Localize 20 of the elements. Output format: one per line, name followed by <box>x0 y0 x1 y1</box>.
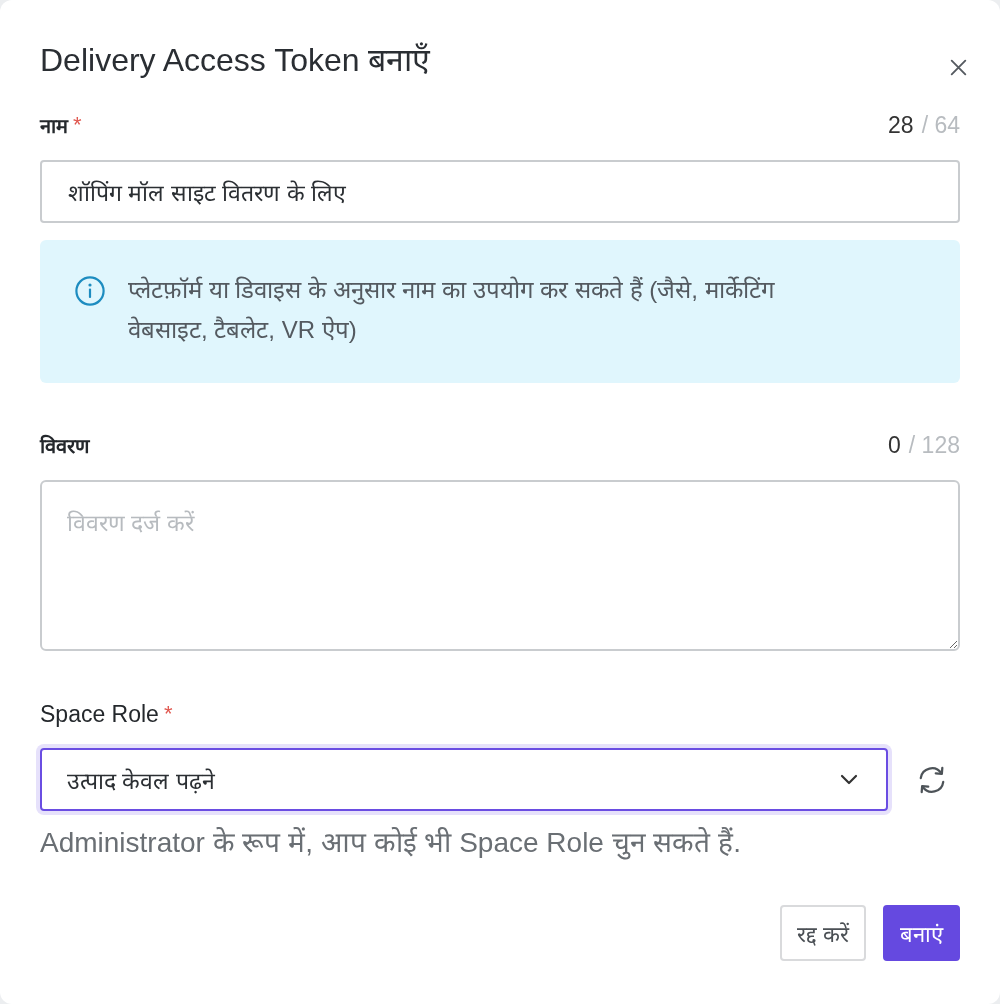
dialog-title: Delivery Access Token बनाएँ <box>40 41 431 80</box>
field-label: नाम <box>40 113 68 139</box>
char-limit: / 64 <box>921 111 960 139</box>
close-icon[interactable] <box>950 59 967 76</box>
refresh-icon[interactable] <box>917 764 947 795</box>
char-count: 28 <box>888 111 914 139</box>
field-label: Space Role <box>40 700 159 728</box>
char-limit: / 128 <box>908 431 960 459</box>
chevron-down-icon <box>840 774 858 785</box>
required-mark: * <box>73 112 82 138</box>
info-text: प्लेटफ़ॉर्म या डिवाइस के अनुसार नाम का उपयोग कर सकते हैं (जैसे, मार्केटिंग वेबसाइट, टैबलेट, VR ऐप) <box>128 275 776 345</box>
required-mark: * <box>163 701 173 727</box>
create-button[interactable]: बनाएं <box>883 905 960 961</box>
name-input[interactable]: शॉपिंग मॉल साइट वितरण के लिए <box>40 160 960 223</box>
field-label: विवरण <box>40 433 89 459</box>
cancel-button[interactable]: रद्द करें <box>779 905 866 961</box>
help-text: Administrator के रूप में, आप कोई भी Space Role चुन सकते हैं. <box>40 826 743 861</box>
description-input[interactable]: विवरण दर्ज करें <box>40 480 960 651</box>
info-icon <box>75 276 105 306</box>
char-count: 0 <box>888 431 901 459</box>
